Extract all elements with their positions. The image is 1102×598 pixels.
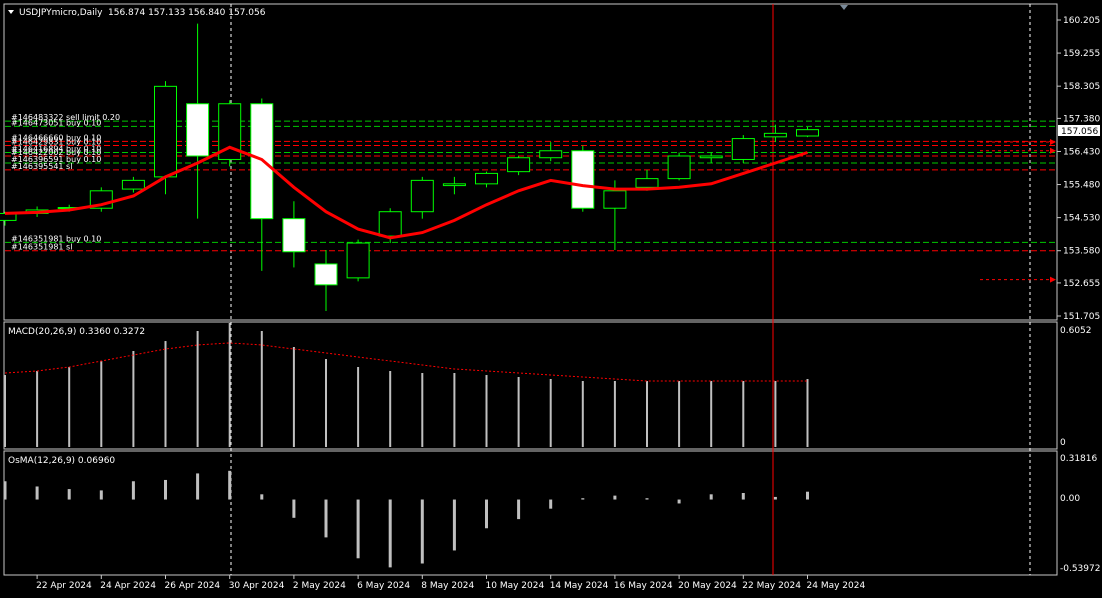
macd-label: MACD(20,26,9) 0.3360 0.3272	[8, 327, 145, 337]
order-label: #146473051 buy 0.10	[11, 118, 101, 127]
price-tick-label: 153.580	[1063, 247, 1100, 257]
date-tick-label: 24 Apr 2024	[100, 581, 156, 591]
date-tick-label: 22 Apr 2024	[36, 581, 92, 591]
price-tick-label: 154.530	[1063, 214, 1100, 224]
candle-body	[282, 218, 306, 253]
date-tick-label: 6 May 2024	[357, 581, 410, 591]
current-price-label: 157.056	[1061, 127, 1098, 137]
price-tick-label: 152.655	[1063, 279, 1100, 289]
order-arrow-icon	[1050, 276, 1056, 283]
ohlc-readout: 156.874 157.133 156.840 157.056	[108, 8, 266, 18]
candle-body	[571, 150, 595, 209]
macd-top-tick: 0.6052	[1060, 326, 1092, 336]
candle-body	[699, 155, 723, 159]
candle-body	[410, 179, 434, 213]
osma-tick-bottom: -0.53972	[1060, 564, 1100, 574]
candle-body	[539, 150, 563, 159]
date-tick-label: 8 May 2024	[421, 581, 474, 591]
candle-body	[346, 242, 370, 279]
chart-canvas[interactable]: #146483322 sell limit 0.20#146473051 buy…	[0, 0, 1102, 598]
price-tick-label: 157.380	[1063, 114, 1100, 124]
price-tick-label: 160.205	[1063, 16, 1100, 26]
date-tick-label: 24 May 2024	[807, 581, 866, 591]
candle-body	[603, 190, 627, 209]
candle-body	[314, 263, 338, 286]
macd-bottom-tick: 0	[1060, 438, 1066, 448]
date-tick-label: 22 May 2024	[742, 581, 801, 591]
order-arrow-icon	[1050, 139, 1056, 146]
candle-body	[507, 157, 531, 173]
order-label: #146395541 sl	[11, 162, 72, 171]
candle-body	[763, 132, 787, 138]
price-tick-label: 158.305	[1063, 82, 1100, 92]
price-tick-label: 151.705	[1063, 312, 1100, 322]
candle-body	[154, 85, 177, 178]
symbol-menu-icon[interactable]	[8, 10, 14, 14]
candle-body	[378, 211, 402, 237]
osma-tick-top: 0.31816	[1060, 454, 1097, 464]
osma-panel-frame	[3, 450, 1058, 576]
candle-body	[442, 183, 466, 187]
chart-title: USDJPYmicro,Daily	[19, 8, 103, 18]
price-tick-label: 156.430	[1063, 147, 1100, 157]
macd-panel-frame	[3, 321, 1058, 450]
chart-shift-marker-icon[interactable]	[840, 5, 848, 10]
date-tick-label: 16 May 2024	[614, 581, 673, 591]
candle-body	[475, 172, 498, 185]
candle-body	[667, 155, 691, 180]
date-tick-label: 30 Apr 2024	[229, 581, 285, 591]
order-label: #146351981 sl	[11, 243, 72, 252]
date-tick-label: 2 May 2024	[293, 581, 346, 591]
candle-body	[796, 129, 819, 137]
macd-signal-line	[4, 342, 808, 382]
candle-body	[731, 138, 755, 160]
date-tick-label: 10 May 2024	[486, 581, 545, 591]
price-tick-label: 159.255	[1063, 49, 1100, 59]
price-tick-label: 155.480	[1063, 181, 1100, 191]
candle-body	[186, 103, 210, 157]
candle-body	[121, 179, 145, 190]
date-tick-label: 14 May 2024	[550, 581, 609, 591]
osma-tick-zero: 0.00	[1060, 494, 1080, 504]
date-tick-label: 26 Apr 2024	[165, 581, 221, 591]
date-tick-label: 20 May 2024	[678, 581, 737, 591]
candle-body	[635, 178, 659, 188]
osma-label: OsMA(12,26,9) 0.06960	[8, 456, 115, 466]
